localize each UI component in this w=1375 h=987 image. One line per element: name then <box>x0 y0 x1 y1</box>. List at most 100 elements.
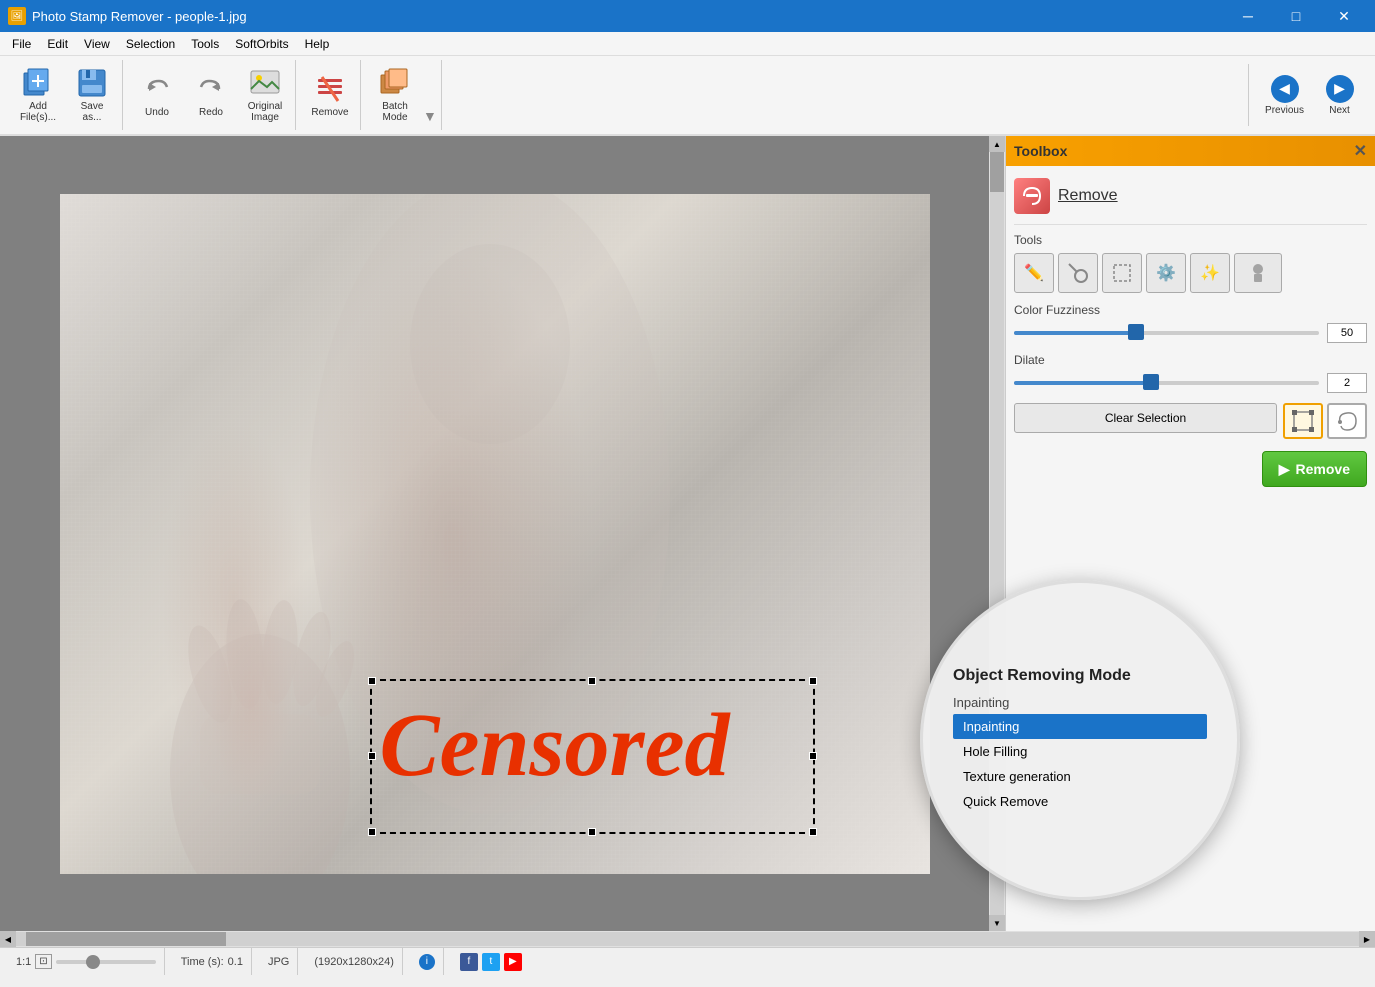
dimensions-status: (1920x1280x24) <box>306 948 403 975</box>
menu-help[interactable]: Help <box>297 35 338 53</box>
next-arrow-icon: ▶ <box>1326 75 1354 103</box>
scroll-down-arrow[interactable]: ▼ <box>989 915 1005 931</box>
select-icons-row <box>1283 403 1367 439</box>
rect-select-tool-button[interactable] <box>1102 253 1142 293</box>
dilate-track[interactable] <box>1014 381 1319 385</box>
format-status: JPG <box>260 948 298 975</box>
zoom-slider[interactable] <box>56 960 156 964</box>
color-fuzziness-thumb[interactable] <box>1128 324 1144 340</box>
color-fuzziness-fill <box>1014 331 1136 335</box>
window-title: Photo Stamp Remover - people-1.jpg <box>32 9 247 24</box>
menubar: File Edit View Selection Tools SoftOrbit… <box>0 32 1375 56</box>
pencil-tool-button[interactable]: ✏️ <box>1014 253 1054 293</box>
remove-icon <box>314 73 346 105</box>
facebook-icon[interactable]: f <box>460 953 478 971</box>
clear-selection-button[interactable]: Clear Selection <box>1014 403 1277 433</box>
titlebar: 🖼 Photo Stamp Remover - people-1.jpg ─ □… <box>0 0 1375 32</box>
menu-view[interactable]: View <box>76 35 118 53</box>
zoom-slider-thumb[interactable] <box>86 955 100 969</box>
original-image-icon <box>249 67 281 99</box>
info-icon[interactable]: i <box>419 954 435 970</box>
scroll-track-h[interactable] <box>16 932 1359 946</box>
dropdown-overlay: Object Removing Mode Inpainting Inpainti… <box>920 580 1240 900</box>
dropdown-option-quick-remove[interactable]: Quick Remove <box>953 789 1207 814</box>
color-fuzziness-track[interactable] <box>1014 331 1319 335</box>
previous-button[interactable]: ◀ Previous <box>1257 64 1312 126</box>
close-button[interactable]: ✕ <box>1321 0 1367 32</box>
select-icon-lasso-button[interactable] <box>1327 403 1367 439</box>
zoom-ratio: 1:1 <box>16 956 31 968</box>
clear-selection-row: Clear Selection <box>1014 403 1367 439</box>
save-as-button[interactable]: Saveas... <box>66 64 118 126</box>
dilate-fill <box>1014 381 1151 385</box>
dilate-value[interactable]: 2 <box>1327 373 1367 393</box>
scroll-thumb-v[interactable] <box>990 152 1004 192</box>
image-container: Censored <box>0 136 989 931</box>
color-fuzziness-section: Color Fuzziness 50 <box>1014 303 1367 343</box>
dilate-section: Dilate 2 <box>1014 353 1367 393</box>
add-files-button[interactable]: AddFile(s)... <box>12 64 64 126</box>
minimize-button[interactable]: ─ <box>1225 0 1271 32</box>
toolbox-close-button[interactable]: ✕ <box>1354 141 1367 161</box>
next-label: Next <box>1329 105 1350 116</box>
dropdown-option-inpainting[interactable]: Inpainting <box>953 714 1207 739</box>
batch-mode-label: BatchMode <box>382 101 408 123</box>
remove-tool-title: Remove <box>1058 187 1118 205</box>
menu-edit[interactable]: Edit <box>39 35 76 53</box>
toolbar-group-files: AddFile(s)... Saveas... <box>8 60 123 130</box>
dropdown-option-texture[interactable]: Texture generation <box>953 764 1207 789</box>
toolbox-title: Toolbox <box>1014 143 1067 159</box>
app-icon: 🖼 <box>8 7 26 25</box>
scroll-up-arrow[interactable]: ▲ <box>989 136 1005 152</box>
original-image-button[interactable]: OriginalImage <box>239 64 291 126</box>
magic-fill-tool-button[interactable]: ✨ <box>1190 253 1230 293</box>
maximize-button[interactable]: □ <box>1273 0 1319 32</box>
tools-section-title: Tools <box>1014 233 1367 247</box>
undo-button[interactable]: Undo <box>131 64 183 126</box>
format-value: JPG <box>268 956 289 968</box>
stamp-tool-button[interactable] <box>1234 253 1282 293</box>
menu-tools[interactable]: Tools <box>183 35 227 53</box>
statusbar: 1:1 ⊡ Time (s): 0.1 JPG (1920x1280x24) i… <box>0 947 1375 975</box>
dropdown-option-hole-filling[interactable]: Hole Filling <box>953 739 1207 764</box>
toolbar: AddFile(s)... Saveas... Undo <box>0 56 1375 136</box>
info-status[interactable]: i <box>411 948 444 975</box>
toolbar-group-history: Undo Redo OriginalImage <box>127 60 296 130</box>
magic-wand-tool-button[interactable] <box>1058 253 1098 293</box>
toolbar-group-remove: Remove <box>300 60 361 130</box>
dilate-label: Dilate <box>1014 353 1367 367</box>
select-icon-rect-button[interactable] <box>1283 403 1323 439</box>
remove-button[interactable]: Remove <box>304 64 356 126</box>
save-as-icon <box>76 67 108 99</box>
redo-button[interactable]: Redo <box>185 64 237 126</box>
original-image-label: OriginalImage <box>248 101 282 123</box>
next-button[interactable]: ▶ Next <box>1312 64 1367 126</box>
youtube-icon[interactable]: ▶ <box>504 953 522 971</box>
color-fuzziness-label: Color Fuzziness <box>1014 303 1367 317</box>
time-label: Time (s): <box>181 956 224 968</box>
batch-mode-icon <box>379 67 411 99</box>
titlebar-controls[interactable]: ─ □ ✕ <box>1225 0 1367 32</box>
horizontal-scrollbar[interactable]: ◀ ▶ <box>0 931 1375 947</box>
batch-mode-button[interactable]: BatchMode <box>369 64 421 126</box>
social-status: f t ▶ <box>452 948 530 975</box>
batch-dropdown-arrow[interactable]: ▼ <box>423 108 437 124</box>
scroll-thumb-h[interactable] <box>26 932 226 946</box>
previous-arrow-icon: ◀ <box>1271 75 1299 103</box>
color-fuzziness-value[interactable]: 50 <box>1327 323 1367 343</box>
titlebar-left: 🖼 Photo Stamp Remover - people-1.jpg <box>8 7 247 25</box>
menu-file[interactable]: File <box>4 35 39 53</box>
canvas-area[interactable]: Censored ▲ ▼ <box>0 136 1005 931</box>
remove-action-button[interactable]: ▶ Remove <box>1262 451 1367 487</box>
dimensions-value: (1920x1280x24) <box>314 956 394 968</box>
nav-buttons: ◀ Previous ▶ Next <box>1248 64 1367 126</box>
scroll-right-arrow[interactable]: ▶ <box>1359 931 1375 947</box>
undo-label: Undo <box>145 107 169 118</box>
smart-select-tool-button[interactable]: ⚙️ <box>1146 253 1186 293</box>
scroll-left-arrow[interactable]: ◀ <box>0 931 16 947</box>
menu-softorbits[interactable]: SoftOrbits <box>227 35 296 53</box>
dilate-thumb[interactable] <box>1143 374 1159 390</box>
menu-selection[interactable]: Selection <box>118 35 183 53</box>
remove-tool-icon <box>1014 178 1050 214</box>
twitter-icon[interactable]: t <box>482 953 500 971</box>
